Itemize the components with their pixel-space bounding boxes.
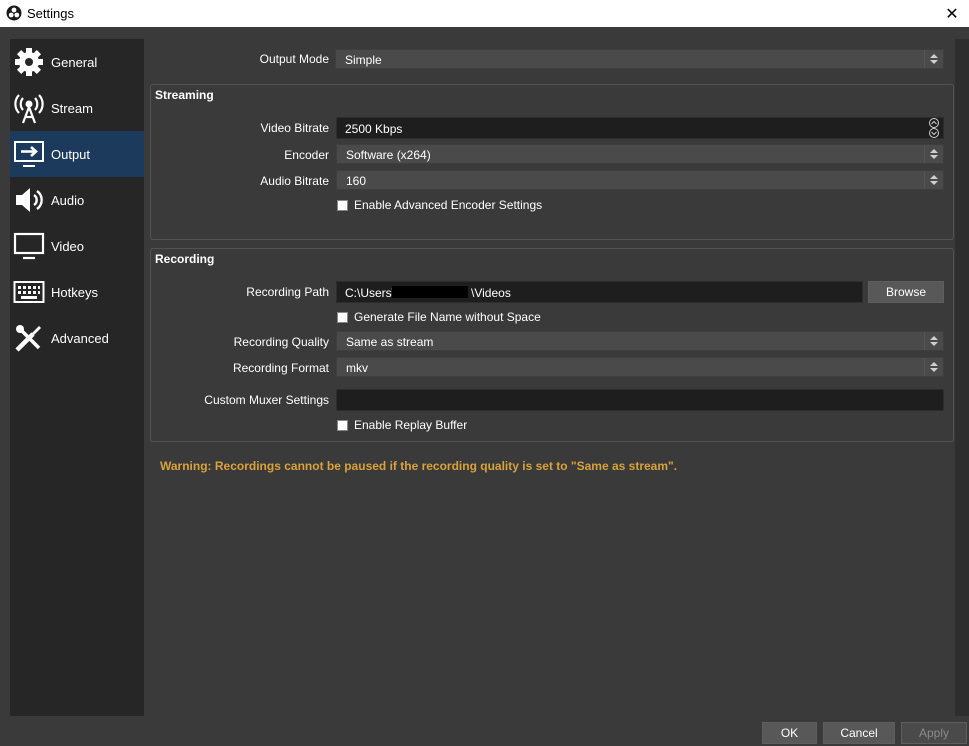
output-mode-select[interactable]: Simple <box>335 49 944 69</box>
recording-group-title: Recording <box>155 252 215 266</box>
output-mode-label: Output Mode <box>259 52 329 66</box>
custom-muxer-field[interactable] <box>336 389 944 411</box>
recording-quality-value: Same as stream <box>346 335 434 349</box>
browse-button[interactable]: Browse <box>868 281 944 303</box>
title-bar: Settings ✕ <box>0 0 969 27</box>
advanced-encoder-checkbox[interactable]: Enable Advanced Encoder Settings <box>337 198 542 212</box>
sidebar-item-audio[interactable]: Audio <box>10 177 144 223</box>
sidebar-item-stream[interactable]: Stream <box>10 85 144 131</box>
encoder-value: Software (x264) <box>346 148 431 162</box>
sidebar-item-output[interactable]: Output <box>10 131 144 177</box>
ok-button[interactable]: OK <box>762 722 817 744</box>
monitor-icon <box>13 230 45 262</box>
sidebar-item-hotkeys[interactable]: Hotkeys <box>10 269 144 315</box>
redaction-bar <box>392 286 468 298</box>
tools-icon <box>13 322 45 354</box>
spin-arrows-icon[interactable] <box>925 118 943 138</box>
advanced-encoder-label: Enable Advanced Encoder Settings <box>354 198 543 212</box>
speaker-icon <box>13 184 45 216</box>
replay-buffer-label: Enable Replay Buffer <box>354 418 468 432</box>
no-space-label: Generate File Name without Space <box>354 310 541 324</box>
custom-muxer-label: Custom Muxer Settings <box>204 393 329 407</box>
window-title: Settings <box>27 6 74 21</box>
gear-icon <box>13 46 45 78</box>
recording-path-prefix: C:\Users\ <box>345 286 396 300</box>
output-mode-value: Simple <box>345 53 382 67</box>
sidebar-item-video[interactable]: Video <box>10 223 144 269</box>
audio-bitrate-select[interactable]: 160 <box>336 170 944 190</box>
apply-button[interactable]: Apply <box>901 722 967 744</box>
sidebar-item-general[interactable]: General <box>10 39 144 85</box>
sidebar-item-label: General <box>51 54 98 70</box>
recording-path-suffix: \Videos <box>471 286 511 300</box>
recording-quality-label: Recording Quality <box>233 335 329 349</box>
checkbox-box[interactable] <box>337 419 348 431</box>
chevron-updown-icon <box>924 50 943 68</box>
sidebar-item-label: Advanced <box>51 330 109 346</box>
cancel-button[interactable]: Cancel <box>823 722 895 744</box>
video-bitrate-spinbox[interactable]: 2500 Kbps <box>336 117 944 139</box>
chevron-updown-icon <box>924 332 943 350</box>
audio-bitrate-value: 160 <box>346 174 367 188</box>
sidebar-item-label: Video <box>51 238 85 254</box>
recording-format-value: mkv <box>346 361 368 375</box>
sidebar-item-label: Output <box>51 146 91 162</box>
recording-quality-select[interactable]: Same as stream <box>336 331 944 351</box>
video-bitrate-label: Video Bitrate <box>260 121 330 135</box>
recording-format-label: Recording Format <box>232 361 329 375</box>
checkbox-box[interactable] <box>337 311 348 323</box>
warning-message: Warning: Recordings cannot be paused if … <box>160 459 678 473</box>
video-bitrate-value: 2500 Kbps <box>345 122 403 136</box>
replay-buffer-checkbox[interactable]: Enable Replay Buffer <box>337 418 467 432</box>
scrollbar[interactable] <box>955 39 969 716</box>
sidebar-item-label: Stream <box>51 100 93 116</box>
obs-logo-icon <box>6 5 22 21</box>
checkbox-box[interactable] <box>337 199 348 211</box>
audio-bitrate-label: Audio Bitrate <box>260 174 329 188</box>
encoder-select[interactable]: Software (x264) <box>336 144 944 164</box>
recording-format-select[interactable]: mkv <box>336 357 944 377</box>
no-space-checkbox[interactable]: Generate File Name without Space <box>337 310 541 324</box>
encoder-label: Encoder <box>284 148 329 162</box>
streaming-group-title: Streaming <box>155 88 214 102</box>
recording-path-label: Recording Path <box>246 285 329 299</box>
output-icon <box>13 138 45 170</box>
settings-sidebar: General Stream Output Audio Video Hotkey… <box>10 39 144 716</box>
sidebar-item-advanced[interactable]: Advanced <box>10 315 144 361</box>
sidebar-item-label: Audio <box>51 192 85 208</box>
chevron-updown-icon <box>924 358 943 376</box>
close-icon[interactable]: ✕ <box>935 0 969 27</box>
keyboard-icon <box>13 276 45 308</box>
antenna-icon <box>13 92 45 124</box>
sidebar-item-label: Hotkeys <box>51 284 98 300</box>
chevron-updown-icon <box>924 145 943 163</box>
chevron-updown-icon <box>924 171 943 189</box>
